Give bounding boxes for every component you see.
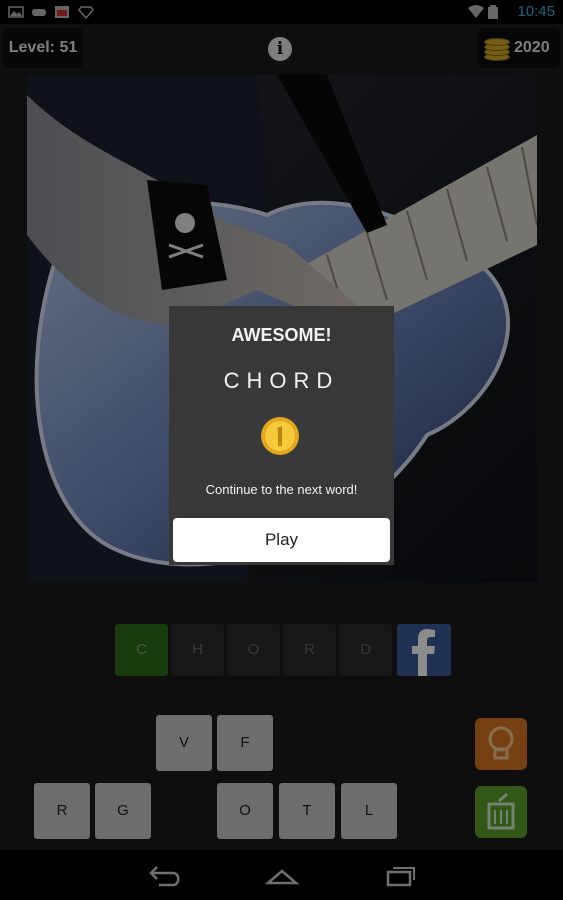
coin-icon bbox=[261, 417, 299, 455]
status-bar: 10:45 bbox=[0, 0, 563, 24]
answer-slot[interactable]: H bbox=[171, 624, 224, 676]
coins-counter[interactable]: 2020 bbox=[478, 28, 560, 68]
letter-key[interactable]: R bbox=[34, 783, 90, 839]
letter-key[interactable]: F bbox=[217, 715, 273, 771]
coins-count: 2020 bbox=[514, 39, 550, 56]
dialog-message: Continue to the next word! bbox=[205, 482, 358, 497]
info-icon[interactable]: i bbox=[268, 37, 292, 61]
wifi-icon bbox=[468, 5, 484, 18]
letter-key[interactable]: V bbox=[156, 715, 212, 771]
answer-slot[interactable]: O bbox=[227, 624, 280, 676]
dialog-title: AWESOME! bbox=[231, 325, 332, 345]
level-indicator: Level: 51 bbox=[3, 28, 83, 68]
solved-word: CHORD bbox=[223, 368, 340, 393]
answer-slot[interactable]: C bbox=[115, 624, 168, 676]
letter-key[interactable]: O bbox=[217, 783, 273, 839]
calendar-icon bbox=[55, 6, 69, 18]
letter-key[interactable]: G bbox=[95, 783, 151, 839]
battery-icon bbox=[488, 5, 498, 19]
remove-letters-button[interactable] bbox=[475, 786, 527, 838]
navigation-bar bbox=[0, 850, 563, 900]
home-icon[interactable] bbox=[265, 863, 299, 887]
back-icon[interactable] bbox=[147, 863, 181, 887]
coins-icon bbox=[484, 36, 510, 61]
success-dialog: AWESOME! CHORD Continue to the next word… bbox=[169, 306, 394, 565]
answer-slot[interactable]: D bbox=[339, 624, 392, 676]
letter-key[interactable]: L bbox=[341, 783, 397, 839]
trash-icon bbox=[487, 792, 515, 830]
facebook-icon bbox=[397, 624, 451, 676]
status-clock: 10:45 bbox=[517, 3, 555, 20]
top-bar: Level: 51 i 2020 bbox=[0, 24, 563, 74]
game-controller-icon bbox=[32, 9, 46, 16]
letter-key[interactable]: T bbox=[279, 783, 335, 839]
play-button[interactable]: Play bbox=[173, 518, 390, 562]
facebook-button[interactable] bbox=[397, 624, 451, 676]
hint-button[interactable] bbox=[475, 718, 527, 770]
answer-slot[interactable]: R bbox=[283, 624, 336, 676]
answer-row: C H O R D bbox=[115, 624, 451, 676]
diamond-icon bbox=[78, 6, 94, 19]
recent-apps-icon[interactable] bbox=[384, 863, 418, 887]
gallery-icon bbox=[8, 6, 24, 18]
lightbulb-icon bbox=[488, 726, 514, 760]
